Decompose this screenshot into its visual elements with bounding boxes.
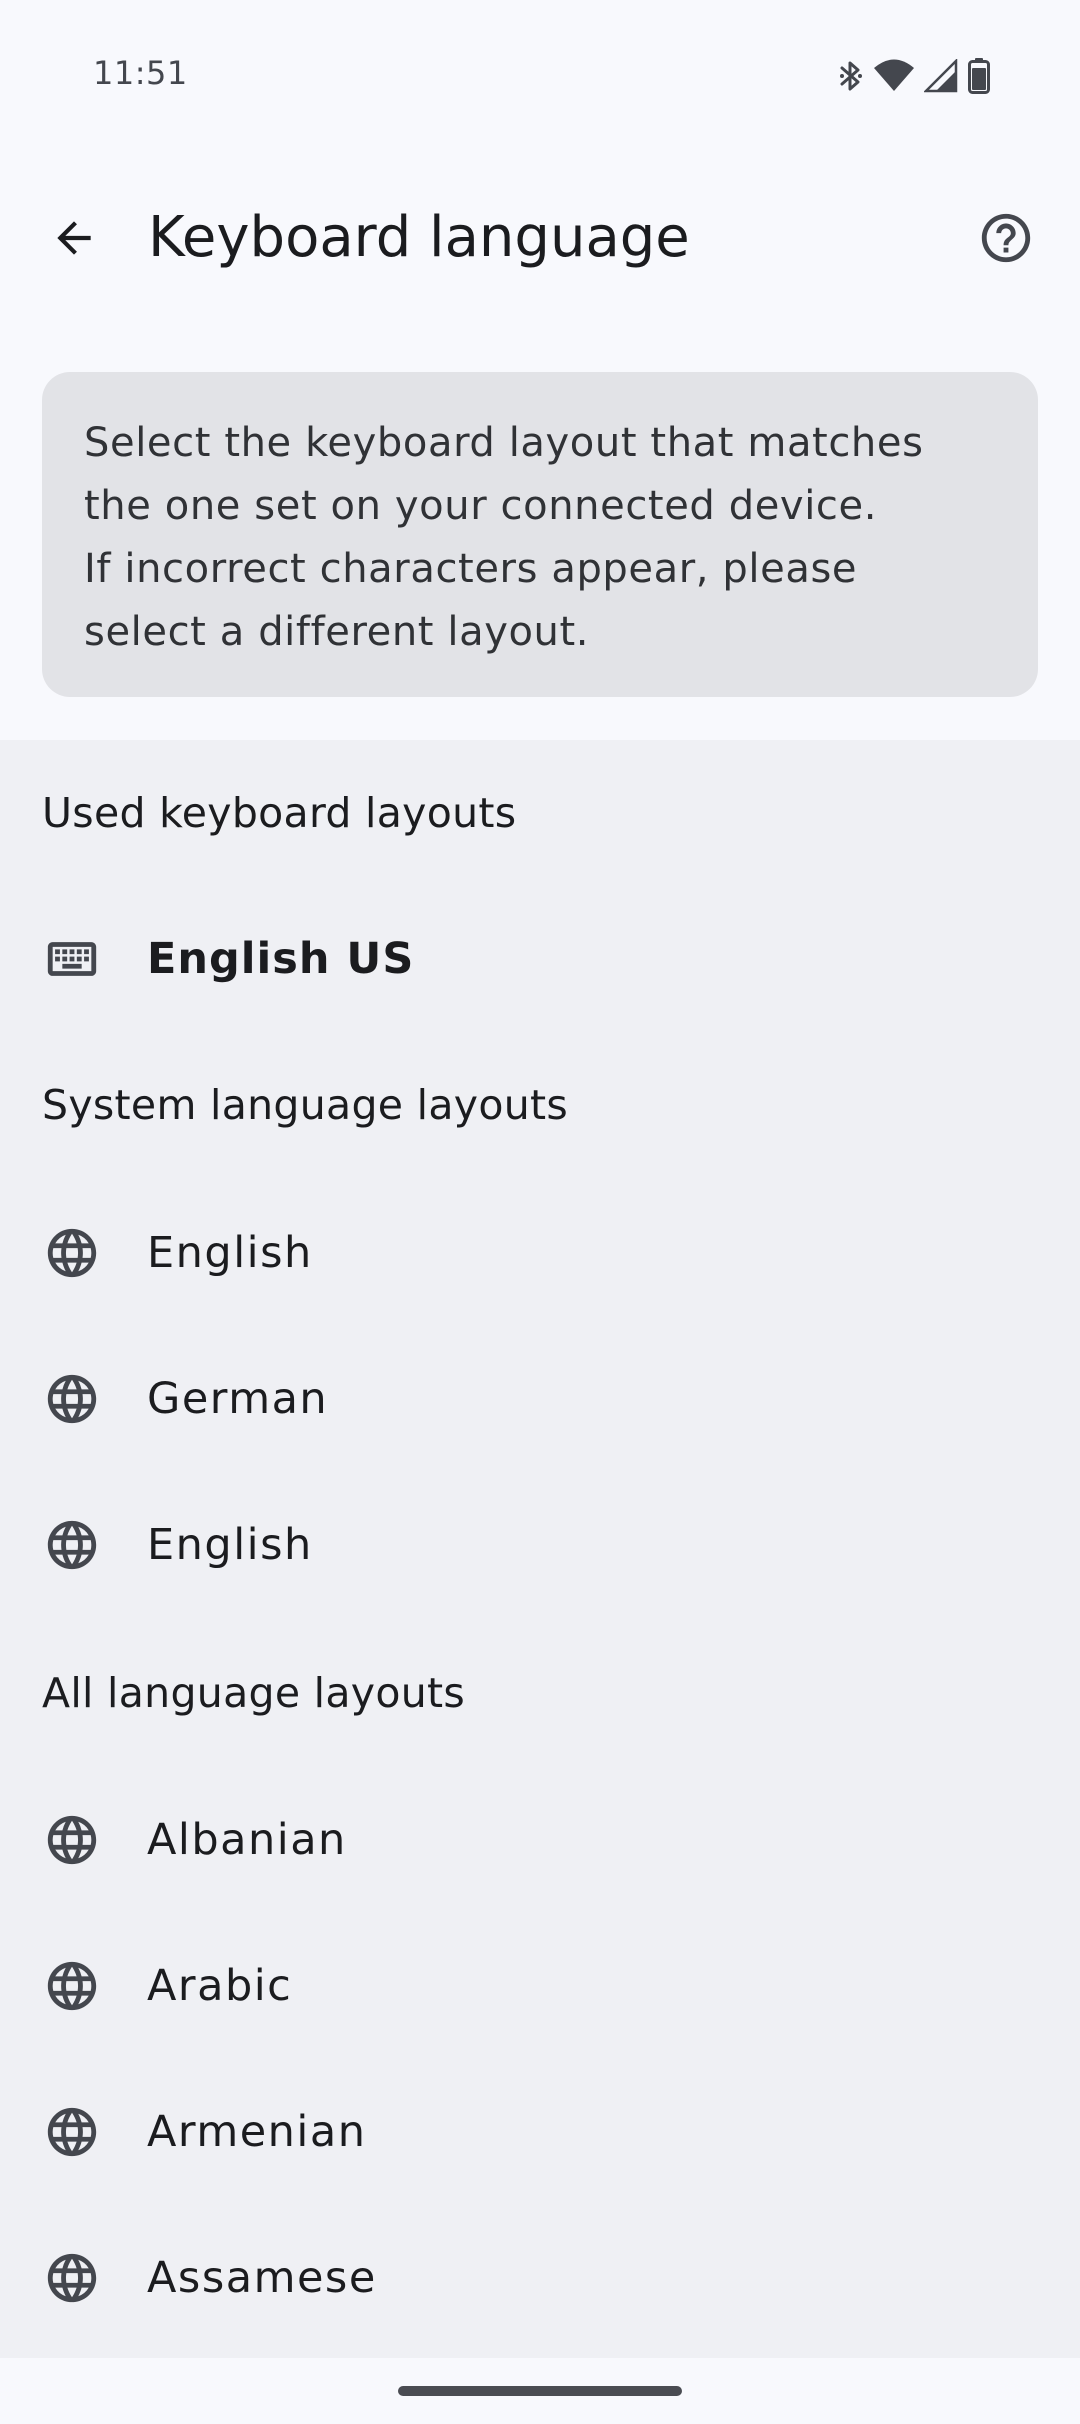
list-item-label: German <box>147 1374 329 1424</box>
list-item-label: Albanian <box>147 1815 347 1865</box>
page-title: Keyboard language <box>148 205 690 270</box>
info-text-line: select a different layout. <box>84 609 590 655</box>
help-circle-icon <box>977 209 1035 271</box>
list-item-english-2[interactable]: English <box>0 1472 1080 1618</box>
globe-icon <box>42 2248 102 2308</box>
status-bar: 11:51 <box>0 0 1080 150</box>
list-item-label: English <box>147 1228 313 1278</box>
section-header-system: System language layouts <box>42 1081 569 1129</box>
back-button[interactable] <box>30 196 118 284</box>
list-item-arabic[interactable]: Arabic <box>0 1913 1080 2059</box>
list-item-german[interactable]: German <box>0 1326 1080 1472</box>
section-header-used: Used keyboard layouts <box>42 789 517 837</box>
list-item-label: Arabic <box>147 1961 293 2011</box>
globe-icon <box>42 1810 102 1870</box>
globe-icon <box>42 1515 102 1575</box>
list-item-assamese[interactable]: Assamese <box>0 2205 1080 2351</box>
list-item-label: Armenian <box>147 2107 367 2157</box>
battery-icon <box>968 58 990 94</box>
info-text-line: the one set on your connected device. <box>84 483 878 529</box>
globe-icon <box>42 1369 102 1429</box>
section-header-all: All language layouts <box>42 1669 466 1717</box>
globe-icon <box>42 2102 102 2162</box>
list-item-english-us[interactable]: English US <box>0 886 1080 1032</box>
info-text-line: Select the keyboard layout that matches <box>84 420 924 466</box>
list-item-albanian[interactable]: Albanian <box>0 1767 1080 1913</box>
status-time: 11:51 <box>93 54 188 92</box>
info-card: Select the keyboard layout that matches … <box>42 372 1038 697</box>
list-item-english[interactable]: English <box>0 1180 1080 1326</box>
navigation-handle[interactable] <box>398 2386 682 2396</box>
app-bar: Keyboard language <box>0 150 1080 325</box>
list-item-armenian[interactable]: Armenian <box>0 2059 1080 2205</box>
keyboard-icon <box>42 929 102 989</box>
globe-icon <box>42 1956 102 2016</box>
cellular-signal-icon <box>924 59 958 93</box>
layout-list[interactable]: Used keyboard layouts English US System … <box>0 740 1080 2358</box>
status-icons <box>838 56 990 96</box>
globe-icon <box>42 1223 102 1283</box>
arrow-back-icon <box>49 213 99 267</box>
wifi-icon <box>874 59 914 93</box>
list-item-label: Assamese <box>147 2253 377 2303</box>
list-item-label: English US <box>147 934 415 984</box>
info-text-line: If incorrect characters appear, please <box>84 546 858 592</box>
bluetooth-icon <box>838 58 864 94</box>
list-item-label: English <box>147 1520 313 1570</box>
help-button[interactable] <box>962 196 1050 284</box>
